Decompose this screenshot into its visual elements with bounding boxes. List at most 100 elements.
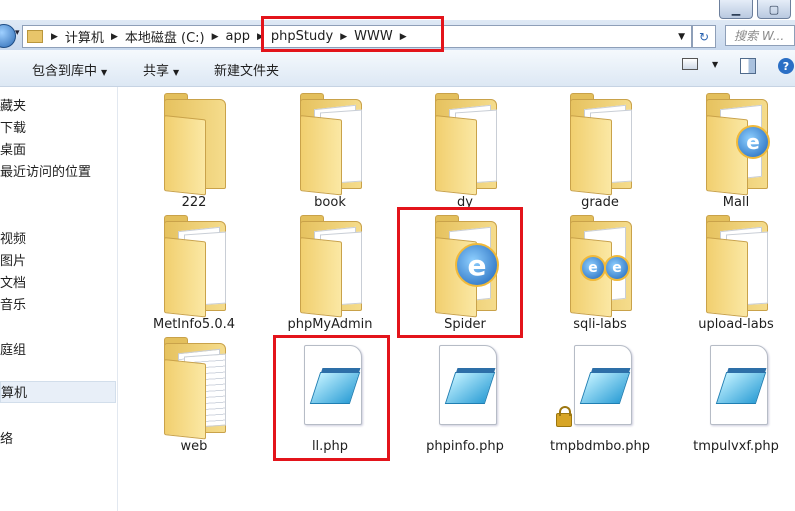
include-library-label: 包含到库中	[32, 64, 98, 79]
search-input[interactable]: 搜索 W...	[725, 25, 795, 46]
include-library-button[interactable]: 包含到库中 ▼	[32, 60, 107, 79]
help-icon: ?	[778, 58, 794, 74]
ie-icon: e	[604, 255, 630, 281]
minimize-icon: ▁	[731, 2, 741, 16]
preview-pane-icon	[740, 58, 756, 74]
file-name: phpMyAdmin	[287, 317, 373, 332]
nav-item-network[interactable]: 络	[0, 428, 13, 447]
maximize-button[interactable]: ▢	[757, 0, 791, 19]
file-item[interactable]: e e sqli-labs	[540, 215, 660, 332]
preview-pane-button[interactable]	[740, 58, 756, 74]
nav-item-documents[interactable]: 文档	[0, 272, 26, 291]
maximize-icon: ▢	[768, 2, 780, 16]
file-item[interactable]: ll.php	[270, 337, 390, 454]
lock-icon	[556, 406, 572, 427]
nav-item-homegroup[interactable]: 庭组	[0, 339, 26, 358]
file-name: ll.php	[311, 439, 349, 454]
address-row: ▾ ▶ 计算机 ▶ 本地磁盘 (C:) ▶ app ▶ phpStudy ▶ W…	[0, 20, 795, 50]
file-item[interactable]: web	[134, 337, 254, 454]
back-button[interactable]	[0, 24, 16, 48]
window-controls: ▁ ▢	[719, 0, 795, 20]
chevron-right-icon[interactable]: ▶	[253, 32, 268, 42]
minimize-button[interactable]: ▁	[719, 0, 753, 19]
nav-item-pictures[interactable]: 图片	[0, 250, 26, 269]
file-item[interactable]: tmpulvxf.php	[676, 337, 795, 454]
file-item[interactable]: MetInfo5.0.4	[134, 215, 254, 332]
file-name: phpinfo.php	[426, 439, 504, 454]
file-name: tmpulvxf.php	[693, 439, 779, 454]
chevron-right-icon[interactable]: ▶	[208, 32, 223, 42]
nav-item-favorites[interactable]: 藏夹	[0, 95, 26, 114]
folder-icon	[431, 93, 499, 196]
php-file-icon	[556, 337, 634, 437]
folder-icon	[160, 215, 228, 318]
address-dropdown-icon[interactable]: ▼	[672, 32, 691, 42]
chevron-down-icon: ▼	[173, 68, 180, 77]
file-item[interactable]: 222	[134, 93, 254, 210]
address-bar[interactable]: ▶ 计算机 ▶ 本地磁盘 (C:) ▶ app ▶ phpStudy ▶ WWW…	[22, 25, 692, 48]
new-folder-button[interactable]: 新建文件夹	[214, 60, 279, 79]
chevron-right-icon[interactable]: ▶	[47, 32, 62, 42]
breadcrumb-phpstudy[interactable]: phpStudy	[268, 29, 336, 44]
folder-icon	[160, 93, 228, 196]
folder-icon	[160, 337, 228, 440]
file-item[interactable]: tmpbdmbo.php	[540, 337, 660, 454]
nav-item-computer[interactable]: 算机	[0, 381, 116, 403]
file-name: 222	[181, 195, 207, 210]
file-name: MetInfo5.0.4	[153, 317, 235, 332]
breadcrumb-computer[interactable]: 计算机	[62, 27, 107, 46]
view-options-button[interactable]: ▼	[682, 58, 718, 70]
chevron-down-icon: ▼	[712, 59, 719, 69]
file-name: web	[180, 439, 208, 454]
share-button[interactable]: 共享 ▼	[143, 60, 179, 79]
file-item[interactable]: grade	[540, 93, 660, 210]
refresh-icon: ↻	[698, 29, 710, 44]
history-dropdown-icon[interactable]: ▾	[15, 28, 20, 38]
file-item[interactable]: e Mall	[676, 93, 795, 210]
ie-icon: e	[736, 125, 770, 159]
chevron-right-icon[interactable]: ▶	[396, 32, 411, 42]
folder-icon	[296, 215, 364, 318]
file-item[interactable]: book	[270, 93, 390, 210]
nav-item-music[interactable]: 音乐	[0, 294, 26, 313]
file-item[interactable]: upload-labs	[676, 215, 795, 332]
file-name: grade	[581, 195, 619, 210]
chevron-right-icon[interactable]: ▶	[107, 32, 122, 42]
file-list: 222 book dy grade e Mall MetInfo5.0.4 ph…	[118, 87, 795, 511]
breadcrumb-www[interactable]: WWW	[351, 29, 396, 44]
file-name: book	[314, 195, 346, 210]
new-folder-label: 新建文件夹	[214, 64, 280, 79]
share-label: 共享	[143, 64, 170, 79]
file-name: Spider	[444, 317, 486, 332]
file-name: Mall	[722, 195, 750, 210]
file-item[interactable]: phpMyAdmin	[270, 215, 390, 332]
breadcrumb-local-disk[interactable]: 本地磁盘 (C:)	[122, 27, 208, 46]
search-placeholder: 搜索 W...	[734, 29, 785, 43]
nav-item-downloads[interactable]: 下载	[0, 117, 26, 136]
folder-icon	[566, 93, 634, 196]
nav-item-videos[interactable]: 视频	[0, 228, 26, 247]
php-file-icon	[296, 337, 364, 437]
help-button[interactable]: ?	[778, 58, 794, 74]
file-name: sqli-labs	[573, 317, 627, 332]
command-bar: 包含到库中 ▼ 共享 ▼ 新建文件夹 ▼ ?	[0, 50, 795, 87]
breadcrumb-app[interactable]: app	[223, 29, 253, 44]
navigation-pane: 藏夹 下载 桌面 最近访问的位置 视频 图片 文档 音乐 庭组 算机 络	[0, 87, 118, 511]
php-file-icon	[431, 337, 499, 437]
view-icon	[682, 58, 698, 70]
ie-icon: e	[580, 255, 606, 281]
file-item[interactable]: dy	[405, 93, 525, 210]
refresh-button[interactable]: ↻	[692, 25, 716, 48]
folder-icon	[702, 215, 770, 318]
chevron-right-icon[interactable]: ▶	[336, 32, 351, 42]
folder-ie-icon: e	[431, 215, 499, 318]
file-item[interactable]: phpinfo.php	[405, 337, 525, 454]
folder-icon	[27, 30, 43, 43]
file-name: dy	[457, 195, 473, 210]
file-item[interactable]: e Spider	[405, 215, 525, 332]
folder-icon	[296, 93, 364, 196]
folder-ie-icon: e e	[566, 215, 634, 318]
nav-item-recent-places[interactable]: 最近访问的位置	[0, 161, 91, 180]
file-name: upload-labs	[698, 317, 774, 332]
nav-item-desktop[interactable]: 桌面	[0, 139, 26, 158]
